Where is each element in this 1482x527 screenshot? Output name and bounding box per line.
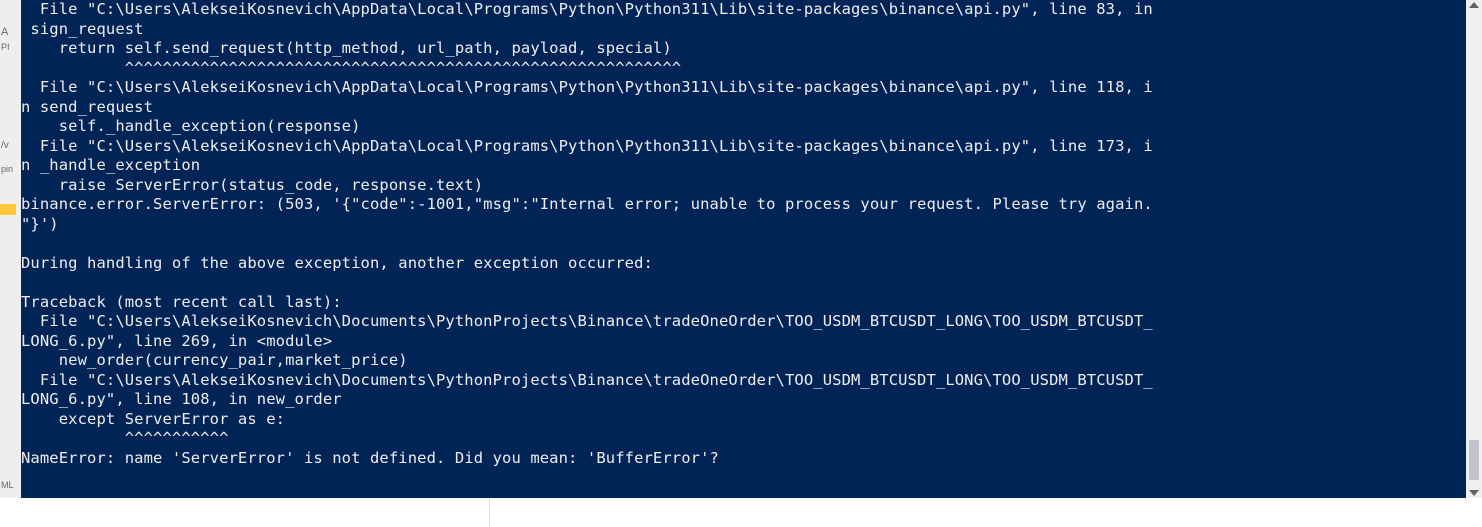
gutter-label-a: A <box>1 26 8 38</box>
powershell-terminal[interactable]: File "C:\Users\AlekseiKosnevich\AppData\… <box>21 0 1466 498</box>
ide-gutter: A PI /v pin ML <box>0 0 21 527</box>
terminal-output: File "C:\Users\AlekseiKosnevich\AppData\… <box>21 0 1466 468</box>
scrollbar-thumb[interactable] <box>1469 440 1479 480</box>
gutter-marker <box>0 204 16 215</box>
gutter-label-pin: pin <box>1 164 13 174</box>
gutter-label-ml: ML <box>1 480 14 490</box>
ide-bottom-strip <box>0 498 1482 527</box>
gutter-label-v: /v <box>1 140 9 151</box>
bottom-pane-divider[interactable] <box>489 498 490 527</box>
scroll-up-icon[interactable] <box>1469 2 1479 8</box>
gutter-label-pi: PI <box>1 42 10 52</box>
vertical-scrollbar[interactable] <box>1466 0 1482 498</box>
scroll-down-icon[interactable] <box>1469 490 1479 496</box>
